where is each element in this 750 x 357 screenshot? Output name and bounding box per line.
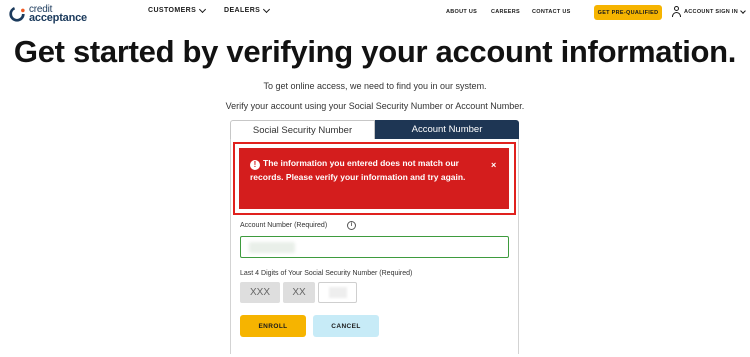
chevron-down-icon — [740, 7, 746, 14]
error-message: The information you entered does not mat… — [250, 158, 466, 182]
error-alert: ! The information you entered does not ma… — [239, 148, 509, 209]
site-header: credit acceptance CUSTOMERS DEALERS ABOU… — [0, 0, 750, 28]
chevron-down-icon — [199, 5, 207, 13]
tab-account-number[interactable]: Account Number — [375, 120, 519, 139]
nav-customers[interactable]: CUSTOMERS — [148, 5, 207, 14]
account-sign-in-menu[interactable]: ACCOUNT SIGN IN — [671, 6, 746, 17]
ssn-last4-input[interactable] — [318, 282, 357, 303]
account-sign-in-label: ACCOUNT SIGN IN — [684, 8, 738, 15]
enroll-button[interactable]: ENROLL — [240, 315, 306, 337]
verify-instructions: Verify your account using your Social Se… — [225, 101, 525, 111]
tab-social-security-number[interactable]: Social Security Number — [230, 120, 375, 139]
credit-acceptance-logo[interactable]: credit acceptance — [8, 3, 98, 25]
ssn-part-1-field: XXX — [240, 282, 280, 303]
ssn-part-2-field: XX — [283, 282, 315, 303]
page-subtitle: To get online access, we need to find yo… — [263, 81, 487, 91]
nav-customers-label: CUSTOMERS — [148, 7, 197, 14]
account-number-label: Account Number (Required) — [240, 222, 328, 229]
user-icon — [671, 6, 681, 17]
nav-contact-us[interactable]: CONTACT US — [532, 9, 571, 15]
logo-icon — [9, 6, 25, 22]
nav-dealers[interactable]: DEALERS — [224, 5, 271, 14]
redacted-value — [328, 287, 347, 298]
exclamation-circle-icon: ! — [250, 160, 260, 170]
account-number-input[interactable] — [240, 236, 509, 258]
close-icon[interactable]: × — [491, 160, 496, 170]
info-icon[interactable]: i — [347, 221, 356, 230]
nav-careers[interactable]: CAREERS — [491, 9, 520, 15]
logo-wordmark: credit acceptance — [29, 4, 87, 24]
chevron-down-icon — [263, 5, 271, 13]
page-title: Get started by verifying your account in… — [13, 34, 737, 69]
nav-dealers-label: DEALERS — [224, 7, 261, 14]
cancel-button[interactable]: CANCEL — [313, 315, 379, 337]
nav-about-us[interactable]: ABOUT US — [446, 9, 477, 15]
redacted-value — [249, 242, 295, 253]
ssn-last4-label: Last 4 Digits of Your Social Security Nu… — [240, 270, 413, 277]
get-pre-qualified-button[interactable]: GET PRE-QUALIFIED — [594, 5, 662, 20]
